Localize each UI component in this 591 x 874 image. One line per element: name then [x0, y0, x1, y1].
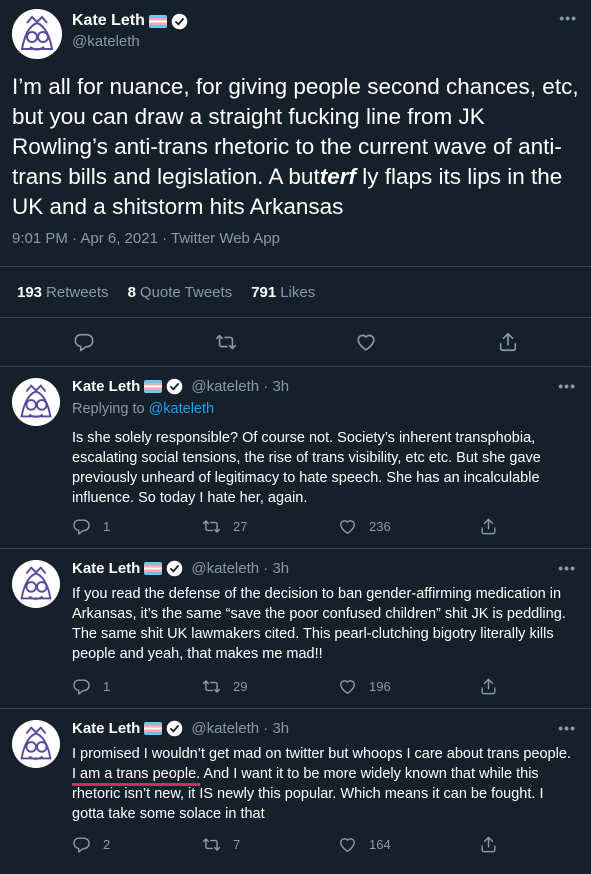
heart-icon: [340, 680, 355, 694]
share-icon: [481, 836, 496, 853]
retweet-action[interactable]: 27: [202, 517, 247, 536]
retweet-count: 7: [233, 837, 241, 852]
verified-badge-icon: [166, 720, 183, 737]
reply-tweet[interactable]: Kate Leth @kateleth · 3h ••• I promised …: [0, 720, 591, 874]
more-icon[interactable]: •••: [558, 720, 576, 736]
tweet-text: I’m all for nuance, for giving people se…: [12, 72, 584, 222]
trans-flag-icon: [144, 562, 163, 575]
divider: [0, 548, 591, 549]
like-count: 236: [369, 519, 391, 534]
heart-icon: [340, 520, 355, 534]
verified-badge-icon: [166, 560, 183, 577]
author-name[interactable]: Kate Leth: [72, 12, 145, 30]
divider: [0, 266, 591, 267]
trans-flag-icon: [144, 380, 163, 393]
like-action[interactable]: 236: [338, 517, 391, 536]
retweets-stat[interactable]: 193 Retweets: [17, 284, 109, 301]
author-name[interactable]: Kate Leth: [72, 378, 140, 395]
retweet-count: 29: [233, 679, 248, 694]
share-action[interactable]: [479, 835, 498, 854]
quotes-label: Quote Tweets: [139, 284, 233, 301]
tweet-text: I promised I wouldn’t get mad on twitter…: [72, 744, 577, 824]
reply-count: 1: [103, 519, 111, 534]
tweet-actions: 1 27 236: [72, 517, 502, 537]
reply-icon: [73, 519, 90, 535]
divider: [0, 366, 591, 367]
retweet-icon: [202, 520, 221, 533]
retweet-count: 27: [233, 519, 248, 534]
author-name[interactable]: Kate Leth: [72, 720, 140, 737]
retweets-count: 193: [17, 284, 43, 301]
tweet-timestamp[interactable]: 9:01 PM · Apr 6, 2021 · Twitter Web App: [12, 230, 280, 247]
verified-badge-icon: [166, 378, 183, 395]
tweet-text-underlined: I am a trans people.: [72, 766, 201, 782]
retweet-icon: [202, 838, 221, 851]
tweet-text-part1: I promised I wouldn’t get mad on twitter…: [72, 746, 571, 762]
quotes-stat[interactable]: 8 Quote Tweets: [128, 284, 233, 301]
author-name[interactable]: Kate Leth: [72, 560, 140, 577]
tweet-actions: 2 7 164: [72, 835, 502, 855]
replying-to: Replying to @kateleth: [72, 401, 214, 417]
avatar[interactable]: [12, 9, 62, 59]
tweet-text: If you read the defense of the decision …: [72, 586, 566, 662]
reply-tweet[interactable]: Kate Leth @kateleth · 3h ••• Replying to…: [0, 378, 591, 548]
reply-action[interactable]: 2: [72, 835, 110, 854]
main-tweet: Kate Leth @kateleth ••• I’m all for nuan…: [0, 0, 591, 365]
reply-icon: [73, 837, 90, 853]
tweet-stats: 193 Retweets 8 Quote Tweets 791 Likes: [17, 284, 315, 301]
author-handle[interactable]: @kateleth · 3h: [191, 560, 289, 577]
like-action[interactable]: 196: [338, 677, 391, 696]
reply-header: Kate Leth @kateleth · 3h: [72, 378, 289, 395]
more-icon[interactable]: •••: [559, 10, 577, 26]
avatar[interactable]: [12, 560, 60, 608]
share-action[interactable]: [479, 677, 498, 696]
avatar[interactable]: [12, 378, 60, 426]
retweet-icon[interactable]: [215, 331, 237, 353]
share-icon: [481, 518, 496, 535]
like-count: 164: [369, 837, 391, 852]
reply-header: Kate Leth @kateleth · 3h: [72, 560, 289, 577]
tweet-actions: 1 29 196: [72, 677, 502, 697]
avatar[interactable]: [12, 720, 60, 768]
more-icon[interactable]: •••: [558, 560, 576, 576]
tweet-actions: [0, 330, 591, 356]
reply-icon: [73, 679, 90, 695]
likes-count: 791: [251, 284, 277, 301]
trans-flag-icon: [148, 14, 167, 28]
trans-flag-icon: [144, 722, 163, 735]
reply-count: 1: [103, 679, 111, 694]
share-icon[interactable]: [497, 331, 519, 353]
divider: [0, 708, 591, 709]
retweet-action[interactable]: 29: [202, 677, 247, 696]
likes-label: Likes: [280, 284, 316, 301]
share-icon: [481, 678, 496, 695]
more-icon[interactable]: •••: [558, 378, 576, 394]
retweet-action[interactable]: 7: [202, 835, 240, 854]
author-name-row[interactable]: Kate Leth: [72, 12, 188, 30]
likes-stat[interactable]: 791 Likes: [251, 284, 315, 301]
retweets-label: Retweets: [46, 284, 109, 301]
reply-header: Kate Leth @kateleth · 3h: [72, 720, 289, 737]
author-handle[interactable]: @kateleth: [72, 33, 140, 50]
share-action[interactable]: [479, 517, 498, 536]
like-count: 196: [369, 679, 391, 694]
author-handle[interactable]: @kateleth · 3h: [191, 720, 289, 737]
like-action[interactable]: 164: [338, 835, 391, 854]
author-handle[interactable]: @kateleth · 3h: [191, 378, 289, 395]
verified-badge-icon: [171, 13, 188, 30]
retweet-icon: [202, 680, 221, 693]
tweet-text: Is she solely responsible? Of course not…: [72, 430, 541, 506]
reply-count: 2: [103, 837, 111, 852]
reply-action[interactable]: 1: [72, 517, 110, 536]
tweet-text-styled: terf: [319, 164, 356, 189]
reply-tweet[interactable]: Kate Leth @kateleth · 3h ••• If you read…: [0, 560, 591, 710]
replying-to-link[interactable]: @kateleth: [149, 401, 215, 417]
replying-to-prefix: Replying to: [72, 401, 149, 417]
reply-action[interactable]: 1: [72, 677, 110, 696]
divider: [0, 317, 591, 318]
reply-icon[interactable]: [73, 331, 95, 353]
heart-icon[interactable]: [355, 331, 377, 353]
quotes-count: 8: [127, 284, 136, 301]
heart-icon: [340, 838, 355, 852]
